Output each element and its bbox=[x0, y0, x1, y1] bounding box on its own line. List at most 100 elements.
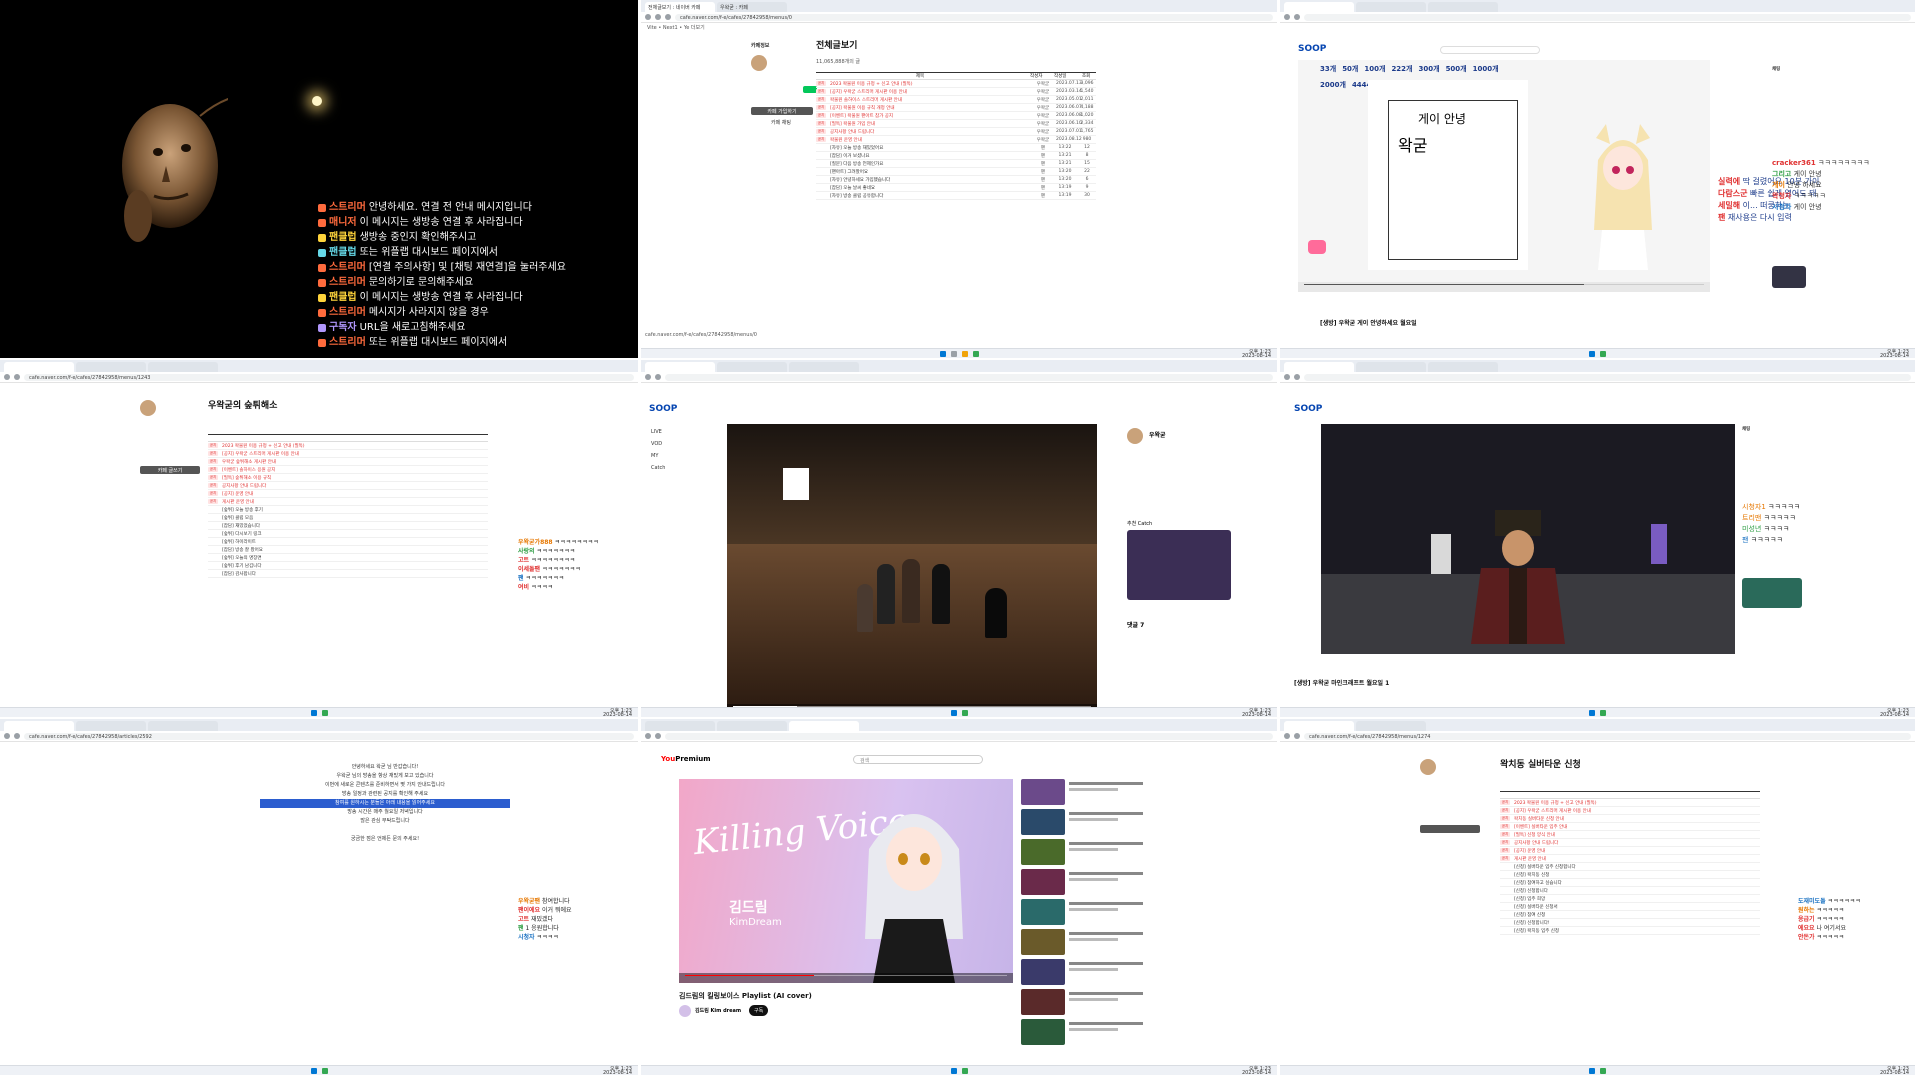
recommended-item[interactable] bbox=[1021, 869, 1151, 895]
side-nav-item[interactable]: Catch bbox=[651, 462, 665, 474]
windows-start-icon[interactable] bbox=[950, 709, 957, 716]
table-row[interactable]: [자유] 방송 클립 공유합니다 팬 13:19 30 bbox=[816, 192, 1096, 200]
recommended-thumbnail[interactable] bbox=[1021, 869, 1065, 895]
table-row[interactable]: [잡담] 재밌었습니다 bbox=[208, 522, 488, 530]
browser-tab[interactable]: 우왁굳 : 카페 bbox=[717, 2, 787, 12]
post-title[interactable]: [필독] 신청 양식 안내 bbox=[1514, 832, 1760, 838]
table-row[interactable]: [질문] 다음 방송 언제인가요 팬 13:21 15 bbox=[816, 160, 1096, 168]
post-title[interactable]: [잡담] 방송 잘 봤어요 bbox=[222, 547, 488, 553]
forward-icon[interactable] bbox=[655, 14, 661, 20]
chat-nickname[interactable]: 팬 bbox=[1742, 536, 1748, 544]
post-title[interactable]: [잡담] 이거 보셨나요 bbox=[830, 153, 1030, 159]
table-row[interactable]: 공지 [공지] 우왁굳 스트리머 게시판 이용 안내 bbox=[208, 450, 488, 458]
post-title[interactable]: [필독] 숲튀해소 이용 규칙 bbox=[222, 475, 488, 481]
table-row[interactable]: 공지 왁치동 실버타운 신청 안내 bbox=[1500, 815, 1760, 823]
browser-tab[interactable] bbox=[148, 362, 218, 372]
table-row[interactable]: 공지 [이벤트] 왁물원 팬아트 참가 공지 우왁굳 2023.06.08 1,020 bbox=[816, 112, 1096, 120]
browser-tab[interactable] bbox=[1284, 2, 1354, 12]
browser-tab[interactable] bbox=[76, 362, 146, 372]
search-input[interactable] bbox=[1440, 46, 1540, 54]
side-nav-item[interactable]: LIVE bbox=[651, 426, 665, 438]
post-title[interactable]: [질문] 다음 방송 언제인가요 bbox=[830, 161, 1030, 167]
recommended-thumbnail[interactable] bbox=[1021, 959, 1065, 985]
chrome-icon[interactable] bbox=[1600, 1067, 1606, 1074]
chat-nickname[interactable]: 미성년 bbox=[1742, 525, 1761, 533]
windows-start-icon[interactable] bbox=[1589, 350, 1595, 357]
table-row[interactable]: 공지 왁물원 솔하이스 스트리머 게시판 안내 우왁굳 2023.05.01 2,011 bbox=[816, 96, 1096, 104]
post-title[interactable]: 공지사항 안내 드립니다 bbox=[222, 483, 488, 489]
table-row[interactable]: 공지 게시판 운영 안내 bbox=[1500, 855, 1760, 863]
post-title[interactable]: 우왁굳 숲튀해소 게시판 안내 bbox=[222, 459, 488, 465]
channel-name[interactable]: 김드림 Kim dream bbox=[695, 1007, 741, 1014]
browser-tab[interactable] bbox=[789, 362, 859, 372]
table-row[interactable]: 공지 [필독] 왁물원 가입 안내 우왁굳 2023.06.10 2,334 bbox=[816, 120, 1096, 128]
back-icon[interactable] bbox=[4, 733, 10, 739]
table-row[interactable]: 공지 공지사항 안내 드립니다 우왁굳 2023.07.01 1,765 bbox=[816, 128, 1096, 136]
write-post-button[interactable]: 카페 글쓰기 bbox=[140, 466, 200, 474]
soop-logo[interactable]: SOOP bbox=[1298, 44, 1326, 54]
reload-icon[interactable] bbox=[655, 733, 661, 739]
table-row[interactable]: [신청] 왁치동 신청 bbox=[1500, 871, 1760, 879]
recommended-item[interactable] bbox=[1021, 779, 1151, 805]
chat-nickname[interactable]: 우왁굳팬 bbox=[518, 898, 540, 905]
chrome-icon[interactable] bbox=[961, 709, 968, 716]
table-row[interactable]: 공지 우왁굳 숲튀해소 게시판 안내 bbox=[208, 458, 488, 466]
post-title[interactable]: 게시판 운영 안내 bbox=[1514, 856, 1760, 862]
browser-tab[interactable] bbox=[789, 721, 859, 731]
table-row[interactable]: [팬아트] 그려봤어요 팬 13:20 22 bbox=[816, 168, 1096, 176]
reload-icon[interactable] bbox=[655, 374, 661, 380]
chat-nickname[interactable]: 팬 bbox=[518, 925, 524, 932]
catch-thumbnail[interactable] bbox=[1127, 530, 1231, 600]
reload-icon[interactable] bbox=[1294, 374, 1300, 380]
table-row[interactable]: [숲튀] 오늘 방송 후기 bbox=[208, 506, 488, 514]
chat-nickname[interactable]: 시청자 bbox=[518, 934, 535, 941]
chat-nickname[interactable]: 에요요 bbox=[1798, 925, 1815, 932]
browser-tab[interactable] bbox=[717, 721, 787, 731]
video-player[interactable] bbox=[1321, 424, 1735, 654]
post-title[interactable]: [잡담] 오늘 날씨 좋네요 bbox=[830, 185, 1030, 191]
chrome-icon[interactable] bbox=[321, 709, 328, 716]
browser-tab[interactable] bbox=[1428, 362, 1498, 372]
table-row[interactable]: [잡담] 이거 보셨나요 팬 13:21 8 bbox=[816, 152, 1096, 160]
chat-nickname[interactable]: 팬 bbox=[518, 575, 524, 582]
table-row[interactable]: 공지 [이벤트] 실버타운 입주 안내 bbox=[1500, 823, 1760, 831]
table-row[interactable]: 공지 공지사항 안내 드립니다 bbox=[208, 482, 488, 490]
post-title[interactable]: [이벤트] 왁물원 팬아트 참가 공지 bbox=[830, 113, 1030, 119]
post-title[interactable]: [잡담] 감사합니다 bbox=[222, 571, 488, 577]
windows-start-icon[interactable] bbox=[310, 709, 317, 716]
browser-tab[interactable] bbox=[1356, 2, 1426, 12]
reload-icon[interactable] bbox=[14, 733, 20, 739]
windows-start-icon[interactable] bbox=[1589, 709, 1595, 716]
table-row[interactable]: [잡담] 방송 잘 봤어요 bbox=[208, 546, 488, 554]
post-title[interactable]: 2023 왁물원 이용 규정 + 신고 안내 (필독) bbox=[222, 443, 488, 449]
post-title[interactable]: 2023 왁물원 이용 규정 + 신고 안내 (필독) bbox=[830, 81, 1030, 87]
windows-start-icon[interactable] bbox=[1589, 1067, 1595, 1074]
post-title[interactable]: [숲튀] 오늘의 명장면 bbox=[222, 555, 488, 561]
soop-logo[interactable]: SOOP bbox=[649, 404, 677, 414]
video-player[interactable] bbox=[727, 424, 1097, 714]
table-row[interactable]: [신청] 신청합니다 bbox=[1500, 887, 1760, 895]
table-row[interactable]: [자유] 안녕하세요 가입했습니다 팬 13:20 6 bbox=[816, 176, 1096, 184]
post-title[interactable]: [신청] 참여하고 싶습니다 bbox=[1514, 880, 1760, 886]
post-title[interactable]: [숲튀] 오늘 방송 후기 bbox=[222, 507, 488, 513]
chat-nickname[interactable]: 안돈가 bbox=[1798, 934, 1815, 941]
post-title[interactable]: [신청] 신청합니다! bbox=[1514, 920, 1760, 926]
post-title[interactable]: [필독] 왁물원 가입 안내 bbox=[830, 121, 1030, 127]
chat-nickname[interactable]: 응급기 bbox=[1798, 916, 1815, 923]
reload-icon[interactable] bbox=[1294, 14, 1300, 20]
chat-nickname[interactable]: 도재미도돌 bbox=[1798, 898, 1826, 905]
post-title[interactable]: [자유] 오늘 방송 재밌었어요 bbox=[830, 145, 1030, 151]
chat-nickname[interactable]: 고트 bbox=[518, 557, 529, 564]
url-input[interactable] bbox=[665, 732, 1273, 740]
table-row[interactable]: 공지 2023 왁물원 이용 규정 + 신고 안내 (필독) bbox=[208, 442, 488, 450]
table-row[interactable]: [신청] 참여 신청 bbox=[1500, 911, 1760, 919]
subscribe-button[interactable]: 구독 bbox=[749, 1005, 769, 1016]
post-title[interactable]: 게시판 운영 안내 bbox=[222, 499, 488, 505]
channel-avatar[interactable] bbox=[679, 1005, 691, 1017]
url-input[interactable]: cafe.naver.com/f-e/cafes/27842958/menus/… bbox=[675, 13, 1273, 21]
url-input[interactable] bbox=[1304, 13, 1911, 21]
post-title[interactable]: [숲튀] 후기 남깁니다 bbox=[222, 563, 488, 569]
table-row[interactable]: [신청] 실버타운 입주 신청합니다 bbox=[1500, 863, 1760, 871]
video-player[interactable]: Killing Voice 김드림 KimDream bbox=[679, 779, 1013, 983]
recommended-thumbnail[interactable] bbox=[1021, 839, 1065, 865]
